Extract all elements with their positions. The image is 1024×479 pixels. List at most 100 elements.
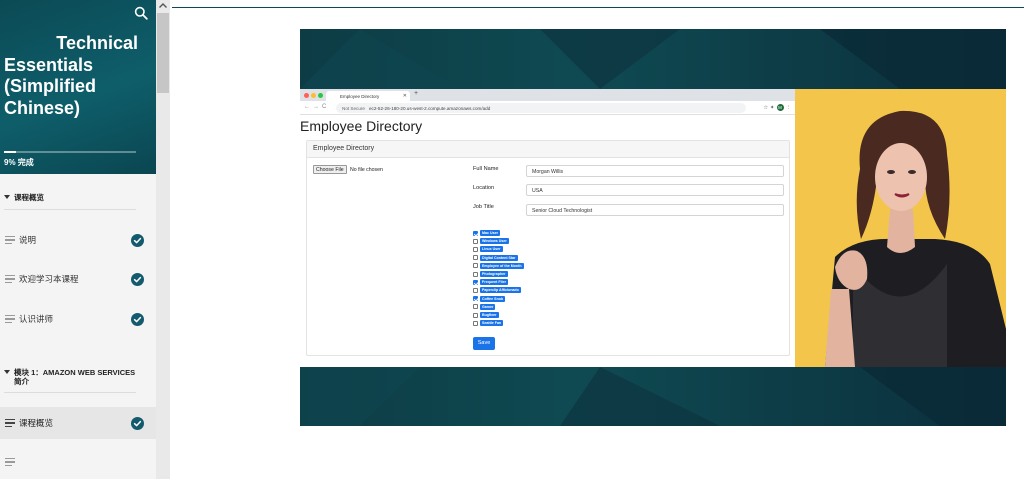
caret-down-icon (4, 195, 10, 199)
course-sidebar: Technical Essentials (Simplified Chinese… (0, 0, 156, 479)
badge-checkbox (473, 296, 478, 302)
progress-fill (4, 151, 16, 153)
badge-label: Paperclip Afficionado (480, 287, 521, 294)
lesson-label: 说明 (19, 235, 37, 245)
lesson-label: 认识讲师 (19, 314, 54, 324)
completed-check-icon (131, 272, 144, 286)
badge-label: Employee of the Month (480, 262, 524, 269)
lesson-lines-icon (5, 236, 15, 245)
badge-label: Photographer (480, 271, 508, 277)
lesson-label: 课程概览 (19, 418, 54, 428)
badge-label: Windows User (480, 238, 509, 245)
search-icon[interactable] (134, 6, 148, 20)
badge-option: Photographer (473, 270, 508, 278)
course-title-rest: Essentials (Simplified Chinese) (4, 54, 97, 118)
lesson-lines-icon (5, 419, 15, 428)
embedded-browser-window: Employee Directory ✕ + ←→C Not Secure ec2… (300, 89, 795, 367)
section-title: 课程概览 (14, 193, 44, 202)
badge-label: Bugfixer (480, 312, 499, 318)
choose-file-button: Choose File (313, 165, 347, 174)
browser-toolbar-icons: ☆ ✦ M ⋮ (763, 104, 791, 111)
browser-tab: Employee Directory ✕ (326, 91, 410, 101)
badge-option: Frequent Flier (473, 278, 508, 286)
new-tab-icon: + (414, 90, 419, 97)
not-secure-label: Not Secure (342, 105, 365, 111)
page-heading: Employee Directory (300, 118, 423, 134)
browser-nav-arrows-icon: ←→C (304, 104, 330, 110)
completed-check-icon (131, 416, 144, 430)
progress-label: 9% 完成 (4, 158, 34, 167)
presenter-illustration (795, 89, 1006, 367)
browser-tab-title: Employee Directory (340, 94, 380, 99)
section-module-1[interactable]: 模块 1：AMAZON WEB SERVICES 简介 (4, 368, 136, 386)
completed-check-icon (131, 233, 144, 247)
badge-option: Digital Content Star (473, 254, 518, 262)
sidebar-scrollbar[interactable] (156, 0, 170, 479)
browser-tab-bar: Employee Directory ✕ + (300, 89, 795, 101)
caret-down-icon (4, 370, 10, 374)
badge-option: Bugfixer (473, 311, 499, 319)
badge-label: Linux User (480, 246, 503, 253)
browser-url-bar: ←→C Not Secure ec2-52-26-180-20.us-west-2… (300, 101, 795, 115)
lesson-item[interactable]: 认识讲师 (0, 303, 156, 335)
badge-label: Gamer (480, 303, 496, 310)
minimize-window-dot-icon (311, 93, 316, 98)
lesson-item[interactable]: 欢迎学习本课程 (0, 263, 156, 295)
completed-check-icon (131, 312, 144, 326)
badge-checkbox (473, 287, 478, 293)
badge-checkbox (473, 263, 478, 269)
card-heading: Employee Directory (307, 141, 789, 158)
section-course-overview[interactable]: 课程概览 (4, 193, 136, 202)
tab-close-icon: ✕ (402, 93, 407, 99)
lesson-lines-icon (5, 275, 15, 284)
lesson-item-active[interactable]: 课程概览 (0, 407, 156, 439)
full-name-label: Full Name (473, 166, 499, 172)
lesson-lines-icon (5, 458, 15, 467)
badge-checkbox (473, 246, 478, 252)
badge-option: Employee of the Month (473, 262, 524, 270)
maximize-window-dot-icon (318, 93, 323, 98)
progress-bar (4, 151, 136, 153)
badge-option: Coffee Snob (473, 295, 506, 303)
profile-avatar: M (776, 104, 784, 111)
badge-checkbox (473, 238, 478, 244)
scroll-up-arrow-icon[interactable] (156, 0, 170, 12)
video-player[interactable]: Employee Directory ✕ + ←→C Not Secure ec2… (300, 29, 1006, 426)
job-title-label: Job Title (473, 204, 494, 210)
divider (4, 209, 136, 210)
scrollbar-thumb[interactable] (157, 13, 169, 93)
lesson-item[interactable]: 说明 (0, 224, 156, 256)
location-label: Location (473, 185, 495, 191)
badge-checkbox (473, 271, 478, 277)
course-title: Technical Essentials (Simplified Chinese… (4, 33, 138, 119)
badge-option: Gamer (473, 303, 496, 311)
badge-label: Digital Content Star (480, 254, 518, 261)
badge-checkbox (473, 230, 478, 236)
lesson-label: 欢迎学习本课程 (19, 274, 79, 284)
lesson-lines-icon (5, 315, 15, 324)
badge-label: Coffee Snob (480, 295, 506, 302)
course-title-line1: Technical (56, 33, 138, 53)
badge-option: Mac User (473, 229, 500, 237)
badge-label: Seattle Fan (480, 320, 504, 327)
divider (4, 392, 136, 393)
badge-checkbox (473, 312, 478, 318)
no-file-chosen-text: No file chosen (350, 167, 383, 173)
section-title: 模块 1：AMAZON WEB SERVICES 简介 (14, 368, 136, 386)
top-rule (172, 7, 1024, 8)
address-field: Not Secure ec2-52-26-180-20.us-west-2.com… (336, 103, 746, 113)
url-text: ec2-52-26-180-20.us-west-2.compute.amazo… (368, 105, 491, 111)
video-background-band (300, 29, 1006, 89)
lesson-item[interactable] (0, 446, 156, 478)
badge-label: Mac User (480, 230, 500, 236)
badge-checkbox (473, 255, 478, 261)
badge-option: Windows User (473, 237, 509, 245)
job-title-field: Senior Cloud Technologist (526, 204, 784, 216)
badge-option: Seattle Fan (473, 319, 504, 327)
badge-checkbox (473, 304, 478, 310)
badge-checkbox (473, 279, 478, 285)
badge-label: Frequent Flier (480, 279, 508, 286)
presenter-video (795, 89, 1006, 367)
full-name-field: Morgan Willis (526, 165, 784, 177)
location-field: USA (526, 184, 784, 196)
